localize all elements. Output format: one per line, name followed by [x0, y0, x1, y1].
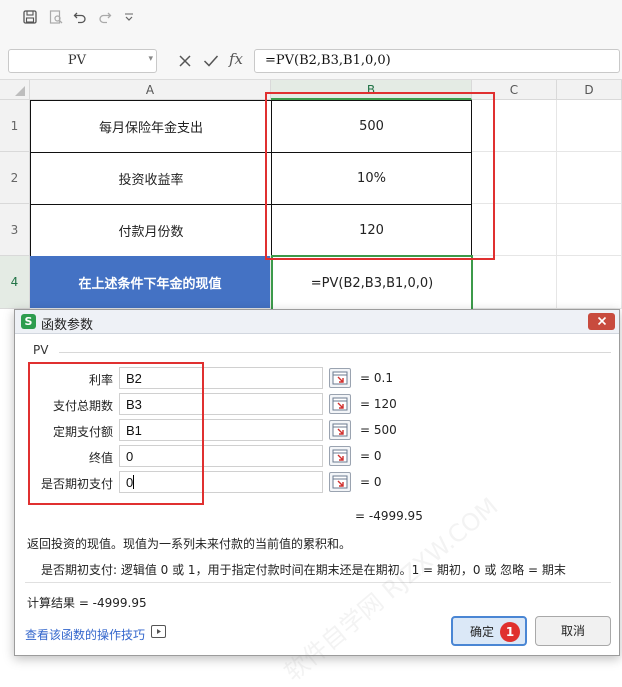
cell-c2[interactable]: [472, 152, 557, 204]
insert-function-icon[interactable]: fx: [229, 50, 243, 68]
cell-b4-active[interactable]: =PV(B2,B3,B1,0,0): [271, 255, 473, 311]
range-select-icon[interactable]: [329, 368, 351, 388]
print-preview-icon[interactable]: [47, 8, 65, 26]
param-input-type-value: 0: [126, 475, 134, 490]
cell-c1[interactable]: [472, 100, 557, 152]
cell-a1[interactable]: 每月保险年金支出: [30, 100, 272, 153]
param-label-pmt: 定期支付额: [52, 425, 113, 439]
row-header-1[interactable]: 1: [0, 100, 30, 152]
cell-b1[interactable]: 500: [271, 100, 472, 153]
param-label-rate: 利率: [88, 373, 113, 387]
function-description: 返回投资的现值。现值为一系列未来付款的当前值的累积和。: [27, 537, 352, 551]
param-result-nper: = 120: [360, 397, 397, 411]
function-name-label: PV: [33, 343, 49, 357]
cell-a2[interactable]: 投资收益率: [30, 152, 272, 205]
column-header-a[interactable]: A: [30, 80, 271, 100]
video-icon[interactable]: [151, 625, 166, 638]
dialog-title: 函数参数: [41, 318, 94, 333]
cell-d2[interactable]: [557, 152, 622, 204]
cancel-button[interactable]: 取消: [535, 616, 611, 646]
column-header-d[interactable]: D: [557, 80, 622, 100]
save-icon[interactable]: [21, 8, 39, 26]
redo-icon[interactable]: [96, 8, 114, 26]
wps-logo-icon: S: [21, 314, 36, 329]
range-select-icon[interactable]: [329, 394, 351, 414]
cell-b3[interactable]: 120: [271, 204, 472, 257]
range-select-icon[interactable]: [329, 472, 351, 492]
calc-result: 计算结果 = -4999.95: [27, 596, 147, 610]
param-result-rate: = 0.1: [360, 371, 393, 385]
formula-bar: PV ▾ fx =PV(B2,B3,B1,0,0): [0, 36, 622, 80]
param-input-nper[interactable]: B3: [119, 393, 323, 415]
param-input-type[interactable]: 0: [119, 471, 323, 493]
help-link[interactable]: 查看该函数的操作技巧: [25, 626, 145, 643]
cancel-icon[interactable]: [175, 51, 195, 71]
param-result-pmt: = 500: [360, 423, 397, 437]
row-header-2[interactable]: 2: [0, 152, 30, 204]
quick-access-toolbar: [0, 0, 622, 36]
param-result-type: = 0: [360, 475, 382, 489]
cell-d4[interactable]: [557, 256, 622, 309]
cell-d1[interactable]: [557, 100, 622, 152]
param-input-rate[interactable]: B2: [119, 367, 323, 389]
range-select-icon[interactable]: [329, 420, 351, 440]
select-all-corner[interactable]: [0, 80, 30, 100]
dialog-titlebar[interactable]: S 函数参数: [15, 310, 619, 334]
formula-input[interactable]: =PV(B2,B3,B1,0,0): [254, 49, 620, 73]
function-arguments-dialog: S 函数参数 PV 利率 B2 = 0.1 支付总期数 B3 = 120 定期支…: [14, 309, 620, 687]
column-header-b[interactable]: B: [271, 80, 472, 100]
total-result: = -4999.95: [355, 509, 423, 523]
divider: [25, 582, 611, 583]
close-button[interactable]: [588, 313, 615, 330]
name-box[interactable]: PV ▾: [8, 49, 157, 73]
param-description: 是否期初支付: 逻辑值 0 或 1，用于指定付款时间在期末还是在期初。1 = 期…: [41, 563, 566, 577]
step-badge: 1: [500, 622, 520, 642]
cell-d3[interactable]: [557, 204, 622, 256]
ok-button-label: 确定: [469, 625, 494, 639]
range-select-icon[interactable]: [329, 446, 351, 466]
param-input-pmt[interactable]: B1: [119, 419, 323, 441]
param-input-fv[interactable]: 0: [119, 445, 323, 467]
cell-b2[interactable]: 10%: [271, 152, 472, 205]
cell-c3[interactable]: [472, 204, 557, 256]
row-header-3[interactable]: 3: [0, 204, 30, 256]
group-divider: [59, 352, 611, 353]
cell-a4[interactable]: 在上述条件下年金的现值: [30, 256, 271, 309]
row-header-4[interactable]: 4: [0, 256, 30, 309]
undo-icon[interactable]: [71, 8, 89, 26]
param-label-fv: 终值: [88, 451, 113, 465]
cell-c4[interactable]: [473, 256, 557, 309]
name-box-value: PV: [67, 53, 87, 68]
chevron-down-icon[interactable]: ▾: [148, 54, 153, 64]
param-result-fv: = 0: [360, 449, 382, 463]
param-label-type: 是否期初支付: [40, 477, 113, 491]
param-label-nper: 支付总期数: [52, 399, 113, 413]
customize-dropdown-icon[interactable]: [120, 8, 138, 26]
cell-a3[interactable]: 付款月份数: [30, 204, 272, 257]
column-header-c[interactable]: C: [472, 80, 557, 100]
confirm-icon[interactable]: [201, 51, 221, 71]
text-caret: [133, 475, 135, 489]
